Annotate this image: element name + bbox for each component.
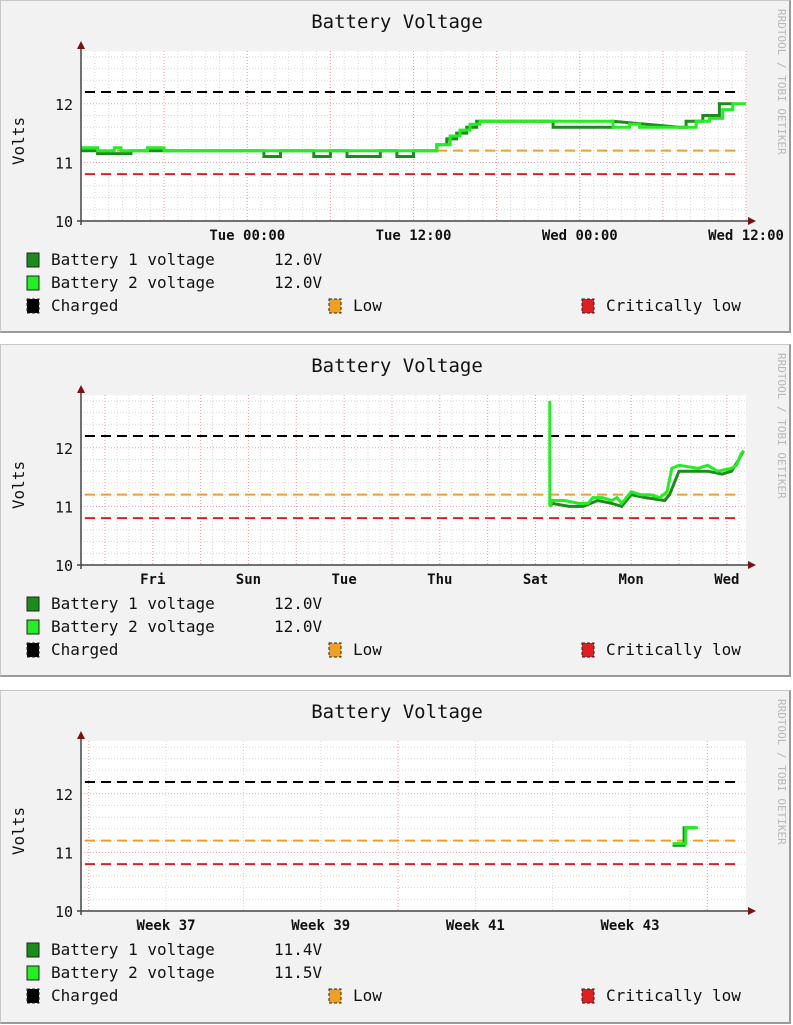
y-tick-label: 10 xyxy=(55,213,73,231)
legend-swatch-battery-1 xyxy=(26,596,40,612)
legend-current-value: 11.4V xyxy=(274,940,323,959)
chart-title: Battery Voltage xyxy=(311,355,483,377)
watermark: RRDTOOL / TOBI OETIKER xyxy=(775,353,788,499)
y-tick-label: 12 xyxy=(55,96,73,114)
legend-swatch-threshold xyxy=(26,642,40,658)
legend-label: Battery 1 voltage xyxy=(51,940,215,959)
legend-label: Battery 2 voltage xyxy=(51,273,215,292)
chart-panel-day: Battery Voltage RRDTOOL / TOBI OETIKER Vol… xyxy=(0,0,791,333)
legend-label: Battery 1 voltage xyxy=(51,250,215,269)
x-axis-arrow-icon xyxy=(748,907,756,915)
legend-swatch-threshold xyxy=(26,988,40,1004)
chart-title: Battery Voltage xyxy=(311,11,483,33)
x-tick-label: Wed 00:00 xyxy=(542,228,618,244)
legend-label: Critically low xyxy=(606,986,741,1005)
legend-current-value: 12.0V xyxy=(274,250,323,269)
chart-svg: Battery Voltage RRDTOOL / TOBI OETIKER Vol… xyxy=(9,699,788,1005)
x-tick-label: Tue 12:00 xyxy=(376,228,452,244)
x-tick-label: Mon xyxy=(619,572,644,588)
legend-label: Critically low xyxy=(606,640,741,659)
legend-swatch-battery-2 xyxy=(26,619,40,635)
y-tick-label: 11 xyxy=(55,498,73,516)
legend-swatch-battery-1 xyxy=(26,252,40,268)
x-tick-label: Tue xyxy=(331,572,356,588)
y-tick-label: 12 xyxy=(55,786,73,804)
legend-swatch-threshold xyxy=(581,988,595,1004)
legend-label: Low xyxy=(353,296,382,315)
legend-label: Charged xyxy=(51,640,118,659)
y-tick-label: 10 xyxy=(55,557,73,575)
x-tick-label: Wed xyxy=(714,572,739,588)
legend-current-value: 11.5V xyxy=(274,963,323,982)
legend-label: Critically low xyxy=(606,296,741,315)
chart-panel-month: Battery Voltage RRDTOOL / TOBI OETIKER Vol… xyxy=(0,690,791,1024)
legend-swatch-threshold xyxy=(328,298,342,314)
x-axis-arrow-icon xyxy=(748,217,756,225)
y-axis-arrow-icon xyxy=(77,731,85,739)
y-tick-label: 10 xyxy=(55,903,73,921)
legend-label: Charged xyxy=(51,986,118,1005)
legend-label: Charged xyxy=(51,296,118,315)
legend-current-value: 12.0V xyxy=(274,273,323,292)
plot-area xyxy=(81,741,746,911)
x-tick-label: Wed 12:00 xyxy=(708,228,784,244)
chart-title: Battery Voltage xyxy=(311,701,483,723)
y-tick-label: 11 xyxy=(55,154,73,172)
legend-swatch-battery-1 xyxy=(26,942,40,958)
chart-svg: Battery Voltage RRDTOOL / TOBI OETIKER Vol… xyxy=(9,9,788,315)
x-tick-label: Week 37 xyxy=(137,918,196,934)
legend-label: Low xyxy=(353,986,382,1005)
y-tick-label: 11 xyxy=(55,844,73,862)
x-tick-label: Tue 00:00 xyxy=(209,228,285,244)
x-tick-label: Sat xyxy=(523,572,548,588)
x-tick-label: Week 43 xyxy=(601,918,660,934)
legend-label: Low xyxy=(353,640,382,659)
y-axis-label: Volts xyxy=(9,461,28,509)
legend-swatch-threshold xyxy=(581,298,595,314)
legend-swatch-battery-2 xyxy=(26,965,40,981)
legend-current-value: 12.0V xyxy=(274,594,323,613)
legend-swatch-threshold xyxy=(26,298,40,314)
legend-swatch-threshold xyxy=(581,642,595,658)
plot-area xyxy=(81,395,746,565)
y-axis-label: Volts xyxy=(9,117,28,165)
x-tick-label: Week 41 xyxy=(446,918,505,934)
x-tick-label: Sun xyxy=(236,572,261,588)
x-tick-label: Week 39 xyxy=(291,918,350,934)
legend-label: Battery 2 voltage xyxy=(51,963,215,982)
legend-swatch-battery-2 xyxy=(26,275,40,291)
y-axis-arrow-icon xyxy=(77,385,85,393)
x-tick-label: Fri xyxy=(140,572,165,588)
x-tick-label: Thu xyxy=(427,572,452,588)
legend-swatch-threshold xyxy=(328,988,342,1004)
y-axis-label: Volts xyxy=(9,807,28,855)
y-tick-label: 12 xyxy=(55,440,73,458)
legend-label: Battery 2 voltage xyxy=(51,617,215,636)
watermark: RRDTOOL / TOBI OETIKER xyxy=(775,699,788,845)
chart-panel-week: Battery Voltage RRDTOOL / TOBI OETIKER Vol… xyxy=(0,344,791,677)
x-axis-arrow-icon xyxy=(748,561,756,569)
legend-label: Battery 1 voltage xyxy=(51,594,215,613)
watermark: RRDTOOL / TOBI OETIKER xyxy=(775,9,788,155)
legend-swatch-threshold xyxy=(328,642,342,658)
chart-svg: Battery Voltage RRDTOOL / TOBI OETIKER Vol… xyxy=(9,353,788,659)
legend-current-value: 12.0V xyxy=(274,617,323,636)
y-axis-arrow-icon xyxy=(77,41,85,49)
